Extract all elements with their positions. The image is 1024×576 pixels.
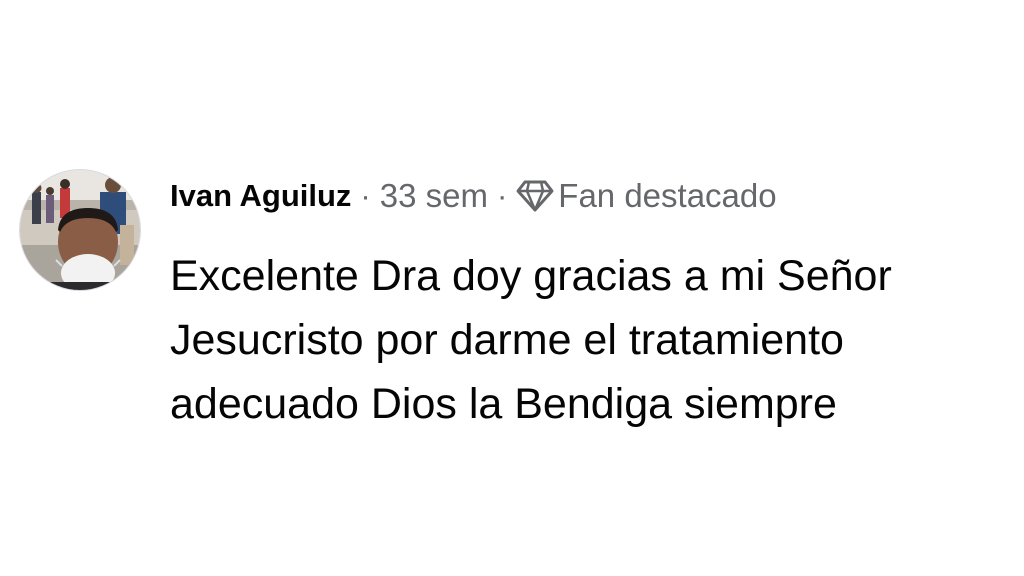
separator-dot: · <box>360 178 371 213</box>
separator-dot: · <box>496 178 508 213</box>
author-name[interactable]: Ivan Aguiluz <box>170 178 351 214</box>
avatar[interactable] <box>19 169 141 291</box>
comment-time[interactable]: 33 sem <box>380 177 488 215</box>
badge-label: Fan destacado <box>558 177 777 214</box>
comment-text: Excelente Dra doy gracias a mi Señor Jes… <box>170 252 892 428</box>
comment: Ivan Aguiluz · 33 sem · Fan destacado Ex… <box>0 0 1024 576</box>
top-fan-badge: Fan destacado <box>516 177 777 215</box>
avatar-photo <box>20 170 140 290</box>
diamond-icon <box>516 179 554 213</box>
comment-header: Ivan Aguiluz · 33 sem · Fan destacado <box>170 174 777 218</box>
